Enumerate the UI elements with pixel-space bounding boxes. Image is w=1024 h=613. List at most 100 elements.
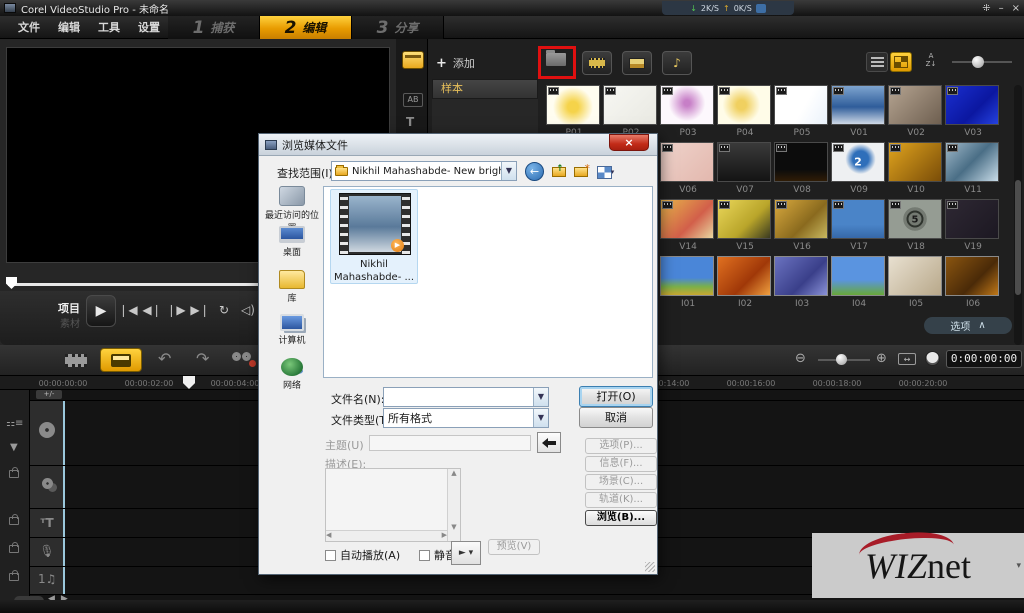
- project-mode-label[interactable]: 项目: [58, 300, 80, 316]
- network-speed-widget[interactable]: ↓ 2K/S ↑ 0K/S: [662, 1, 794, 15]
- filter-audio-button[interactable]: ♪: [662, 51, 692, 75]
- overlay-track-icon[interactable]: [38, 478, 56, 489]
- close-button[interactable]: ×: [1012, 3, 1020, 14]
- title-library-icon[interactable]: T: [406, 115, 414, 129]
- back-button[interactable]: ←: [525, 162, 544, 181]
- media-thumb-V10[interactable]: V10: [888, 142, 942, 182]
- redo-button[interactable]: ↷: [196, 349, 209, 368]
- duration-clock-icon[interactable]: [925, 351, 940, 366]
- tab-capture[interactable]: 1 捕获: [168, 16, 260, 39]
- play-button[interactable]: ▶: [86, 295, 116, 327]
- media-thumb-V06[interactable]: V06: [660, 142, 714, 182]
- undo-button[interactable]: ↶: [158, 349, 171, 368]
- up-one-level-button[interactable]: [549, 163, 569, 181]
- horizontal-scrollbar[interactable]: ◀▶: [326, 530, 447, 541]
- dialog-play-button[interactable]: ► ▾: [451, 541, 481, 565]
- add-gallery-button[interactable]: + 添加: [436, 55, 475, 71]
- tab-share[interactable]: 3 分享: [352, 16, 444, 39]
- library-scrollbar[interactable]: [1014, 85, 1022, 345]
- slider-knob[interactable]: [972, 56, 984, 68]
- media-thumb-P02[interactable]: P02: [603, 85, 657, 125]
- lock-video-track-icon[interactable]: [9, 470, 19, 478]
- gallery-item-sample[interactable]: 样本: [432, 79, 538, 99]
- zoom-in-icon[interactable]: ⊕: [876, 351, 892, 367]
- filter-video-button[interactable]: [582, 51, 612, 75]
- views-button[interactable]: ▾: [593, 163, 619, 181]
- go-start-icon[interactable]: ❘◀: [118, 303, 138, 317]
- music-track-icon[interactable]: 1♫: [38, 572, 56, 586]
- volume-icon[interactable]: ◁): [238, 303, 258, 317]
- sort-button[interactable]: AZ↓: [920, 52, 942, 72]
- options-panel-toggle[interactable]: 选项 ∧: [924, 317, 1012, 334]
- prev-frame-icon[interactable]: ◀❘: [142, 303, 162, 317]
- media-thumb-I06[interactable]: I06: [945, 256, 999, 296]
- look-in-dropdown[interactable]: Nikhil Mahashabde- New brightsparks ▼: [331, 161, 517, 181]
- media-thumb-P01[interactable]: P01: [546, 85, 600, 125]
- media-thumb-V16[interactable]: V16: [774, 199, 828, 239]
- timeline-zoom-slider[interactable]: [818, 359, 870, 361]
- media-thumb-V03[interactable]: V03: [945, 85, 999, 125]
- place-desktop[interactable]: 桌面: [265, 226, 319, 258]
- open-button[interactable]: 打开(O): [579, 386, 653, 407]
- media-thumb-V02[interactable]: V02: [888, 85, 942, 125]
- media-thumb-V14[interactable]: V14: [660, 199, 714, 239]
- video-track-icon[interactable]: [38, 422, 56, 438]
- move-window-icon[interactable]: ⁜: [982, 3, 990, 14]
- track-add-remove-control[interactable]: +/-: [36, 390, 62, 399]
- thumbnail-size-slider[interactable]: [952, 61, 1012, 63]
- autoplay-checkbox[interactable]: 自动播放(A): [325, 547, 400, 563]
- media-thumb-I03[interactable]: I03: [774, 256, 828, 296]
- go-end-icon[interactable]: ▶❘: [190, 303, 210, 317]
- track-manager-icon[interactable]: ⚏≡: [6, 418, 23, 429]
- tab-edit[interactable]: 2 编辑: [260, 16, 352, 39]
- dialog-title-bar[interactable]: 浏览媒体文件: [259, 134, 657, 156]
- insert-arrow-button[interactable]: [537, 432, 561, 453]
- media-thumb-V07[interactable]: V07: [717, 142, 771, 182]
- filter-photo-button[interactable]: [622, 51, 652, 75]
- media-thumb-I05[interactable]: I05: [888, 256, 942, 296]
- storyboard-view-button[interactable]: [55, 348, 97, 372]
- dialog-close-button[interactable]: ×: [609, 134, 649, 151]
- media-library-icon[interactable]: [402, 51, 424, 69]
- browse-button[interactable]: 浏览(B)...: [585, 510, 657, 526]
- transition-library-icon[interactable]: AB: [403, 93, 423, 107]
- media-thumb-I02[interactable]: I02: [717, 256, 771, 296]
- lock-music-track-icon[interactable]: [9, 573, 19, 581]
- file-item-selected[interactable]: ▶ Nikhil Mahashabde- ...: [330, 189, 418, 284]
- media-thumb-V17[interactable]: V17: [831, 199, 885, 239]
- vertical-scrollbar[interactable]: ▲▼: [447, 469, 460, 541]
- filetype-dropdown[interactable]: 所有格式▼: [383, 408, 549, 428]
- place-libraries[interactable]: 库: [265, 270, 319, 304]
- zoom-out-icon[interactable]: ⊖: [795, 351, 811, 367]
- file-list[interactable]: ▶ Nikhil Mahashabde- ...: [323, 186, 653, 378]
- media-thumb-V15[interactable]: V15: [717, 199, 771, 239]
- place-network[interactable]: 网络: [265, 358, 319, 391]
- timeline-view-button[interactable]: [100, 348, 142, 372]
- media-thumb-I01[interactable]: I01: [660, 256, 714, 296]
- filename-input[interactable]: ▼: [383, 387, 549, 407]
- menu-tools[interactable]: 工具: [98, 19, 120, 35]
- media-thumb-V11[interactable]: V11: [945, 142, 999, 182]
- resize-grip[interactable]: [645, 562, 655, 572]
- playhead-marker[interactable]: [183, 376, 195, 389]
- media-thumb-V09[interactable]: 2V09: [831, 142, 885, 182]
- minimize-button[interactable]: –: [999, 3, 1004, 14]
- scrubber-handle[interactable]: [6, 277, 17, 289]
- new-folder-button[interactable]: [571, 163, 591, 181]
- repeat-icon[interactable]: ↻: [214, 303, 234, 317]
- media-thumb-V08[interactable]: V08: [774, 142, 828, 182]
- timecode-display[interactable]: 0:00:00:00: [946, 350, 1022, 368]
- title-track-icon[interactable]: ᵀT: [38, 516, 56, 530]
- menu-edit[interactable]: 编辑: [58, 19, 80, 35]
- media-thumb-V01[interactable]: V01: [831, 85, 885, 125]
- cancel-button[interactable]: 取消: [579, 407, 653, 428]
- menu-file[interactable]: 文件: [18, 19, 40, 35]
- record-capture-icon[interactable]: [232, 352, 254, 366]
- thumbnail-view-button[interactable]: [890, 52, 912, 72]
- rail-chevron-down-icon[interactable]: ▼: [10, 442, 18, 453]
- media-thumb-P05[interactable]: P05: [774, 85, 828, 125]
- fit-project-icon[interactable]: ↔: [898, 353, 916, 365]
- place-computer[interactable]: 计算机: [265, 314, 319, 346]
- media-thumb-V18[interactable]: 5V18: [888, 199, 942, 239]
- media-thumb-P04[interactable]: P04: [717, 85, 771, 125]
